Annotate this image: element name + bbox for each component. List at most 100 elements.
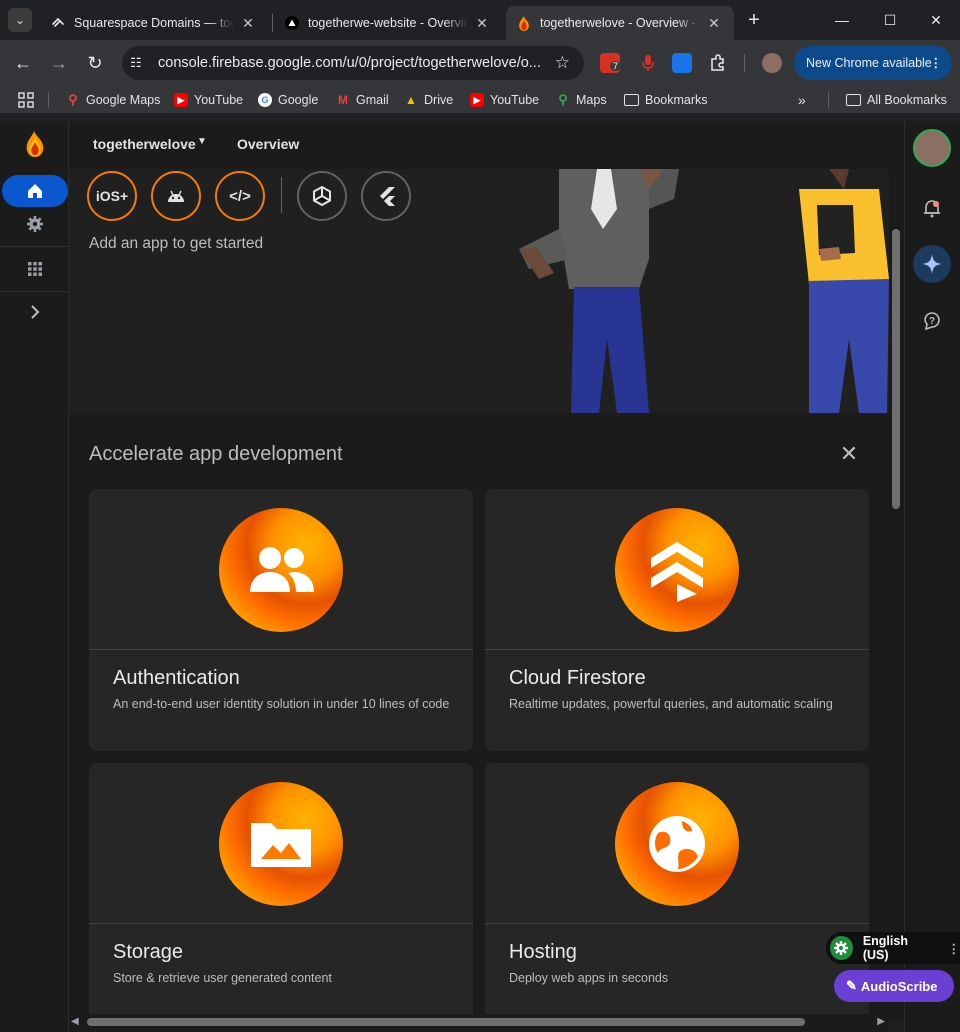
android-platform-button[interactable] (151, 171, 201, 221)
caret-down-icon[interactable]: ▼ (197, 136, 207, 147)
address-bar[interactable]: ☷ console.firebase.google.com/u/0/projec… (122, 46, 584, 80)
hero-illustration (519, 169, 889, 413)
gear-icon (830, 936, 853, 960)
new-chrome-available-button[interactable]: New Chrome available ⋮ (794, 46, 952, 80)
card-title: Authentication (113, 667, 240, 689)
site-info-icon[interactable]: ☷ (130, 55, 146, 71)
nav-settings-button[interactable] (0, 215, 69, 233)
bookmark-separator (828, 92, 829, 108)
language-chip[interactable]: English (US) ⋮ (826, 932, 960, 964)
bookmark-label: Maps (576, 93, 607, 107)
svg-text:?: ? (929, 316, 935, 327)
web-code-icon: </> (229, 187, 251, 205)
card-art (485, 489, 869, 650)
close-icon[interactable]: ✕ (837, 441, 861, 467)
forward-button[interactable]: → (48, 52, 70, 74)
extension-badge: 7 (610, 61, 622, 71)
card-cloud-firestore[interactable]: Cloud Firestore Realtime updates, powerf… (485, 489, 869, 751)
bookmark-gmail[interactable]: M Gmail (336, 91, 389, 109)
scrollbar-thumb[interactable] (892, 229, 900, 509)
account-avatar[interactable] (913, 129, 951, 167)
google-icon: G (258, 93, 272, 107)
drag-handle-icon[interactable]: ⋮ (948, 941, 960, 956)
scroll-left-icon[interactable]: ◀ (71, 1016, 79, 1027)
audioscribe-button[interactable]: ✎ AudioScribe (834, 970, 954, 1002)
gear-icon (26, 216, 43, 232)
card-title: Storage (113, 941, 184, 963)
help-button[interactable]: ? (913, 301, 951, 339)
right-rail: ? (904, 121, 960, 1032)
gemini-button[interactable] (913, 245, 951, 283)
toolbar-separator (744, 54, 745, 72)
card-description: Store & retrieve user generated content (113, 971, 332, 985)
tab-togetherwe-website[interactable]: togetherwe-website - Overview ✕ (274, 6, 502, 40)
storage-badge (219, 782, 343, 906)
tab-togetherwelove[interactable]: togetherwelove - Overview - Fi ✕ (506, 6, 734, 40)
folder-image-icon (251, 823, 311, 867)
minimize-button[interactable]: — (832, 10, 852, 30)
more-bookmarks-icon[interactable]: » (798, 91, 806, 109)
bookmark-label: Google Maps (86, 93, 161, 107)
notifications-button[interactable] (913, 189, 951, 227)
drive-icon: ▲ (405, 93, 417, 107)
bookmark-google[interactable]: G Google (258, 91, 318, 109)
apps-grid-icon[interactable] (18, 91, 34, 109)
accelerate-title: Accelerate app development (89, 443, 343, 465)
bookmark-youtube-2[interactable]: ▶ YouTube (470, 91, 539, 109)
bookmark-maps[interactable]: ⚲ Maps (556, 91, 607, 109)
microphone-extension-icon[interactable] (638, 53, 658, 73)
nav-all-products-button[interactable] (0, 261, 69, 277)
close-window-button[interactable]: ✕ (926, 10, 946, 30)
profile-avatar[interactable] (762, 53, 782, 73)
reload-button[interactable]: ↻ (84, 52, 106, 74)
chevron-down-icon: ⌄ (14, 13, 26, 27)
bookmark-youtube[interactable]: ▶ YouTube (174, 91, 243, 109)
web-platform-button[interactable]: </> (215, 171, 265, 221)
scroll-right-icon[interactable]: ▶ (877, 1016, 885, 1027)
vertical-scrollbar[interactable] (889, 169, 904, 1019)
chevron-right-icon (30, 305, 39, 319)
nav-expand-button[interactable] (0, 305, 69, 319)
unity-platform-button[interactable] (297, 171, 347, 221)
card-authentication[interactable]: Authentication An end-to-end user identi… (89, 489, 473, 751)
card-storage[interactable]: Storage Store & retrieve user generated … (89, 763, 473, 1025)
firebase-icon (516, 15, 532, 31)
bookmark-google-maps[interactable]: ⚲ Google Maps (66, 91, 160, 109)
tab-squarespace[interactable]: Squarespace Domains — toge ✕ (40, 6, 270, 40)
android-icon (168, 190, 184, 202)
project-selector[interactable]: togetherwelove (93, 136, 196, 152)
youtube-icon: ▶ (470, 93, 484, 107)
bookmark-star-icon[interactable]: ☆ (555, 53, 570, 73)
bookmark-drive[interactable]: ▲ Drive (404, 91, 453, 109)
close-icon[interactable]: ✕ (706, 15, 722, 32)
bookmark-separator (48, 92, 49, 108)
back-button[interactable]: ← (12, 52, 34, 74)
tab-separator (272, 14, 273, 32)
firebase-logo[interactable] (24, 131, 46, 157)
more-menu-icon[interactable]: ⋮ (930, 46, 943, 80)
nav-divider (0, 246, 69, 247)
scrollbar-thumb[interactable] (87, 1018, 805, 1026)
new-tab-button[interactable]: + (744, 10, 764, 30)
extensions-puzzle-icon[interactable] (708, 53, 728, 73)
close-icon[interactable]: ✕ (474, 15, 490, 32)
unity-icon (313, 185, 331, 207)
tab-search-button[interactable]: ⌄ (8, 8, 32, 32)
card-art (89, 489, 473, 650)
bookmark-label: Google (278, 93, 319, 107)
squarespace-icon (50, 15, 66, 31)
flutter-platform-button[interactable] (361, 171, 411, 221)
horizontal-scrollbar[interactable]: ◀ ▶ (69, 1014, 889, 1030)
card-description: An end-to-end user identity solution in … (113, 697, 450, 711)
nav-home-button[interactable] (2, 175, 68, 207)
tab-strip: ⌄ Squarespace Domains — toge ✕ togetherw… (0, 0, 960, 40)
card-hosting[interactable]: Hosting Deploy web apps in seconds (485, 763, 869, 1025)
maximize-button[interactable]: ☐ (880, 10, 900, 30)
ios-platform-button[interactable]: iOS+ (87, 171, 137, 221)
bookmark-folder-bookmarks[interactable]: Bookmarks (624, 91, 708, 109)
close-icon[interactable]: ✕ (240, 15, 256, 32)
clipboard-extension-icon[interactable] (672, 53, 692, 73)
firestore-icon (651, 542, 703, 602)
calendar-extension-icon[interactable]: 7 (600, 53, 622, 73)
all-bookmarks[interactable]: All Bookmarks (846, 91, 947, 109)
